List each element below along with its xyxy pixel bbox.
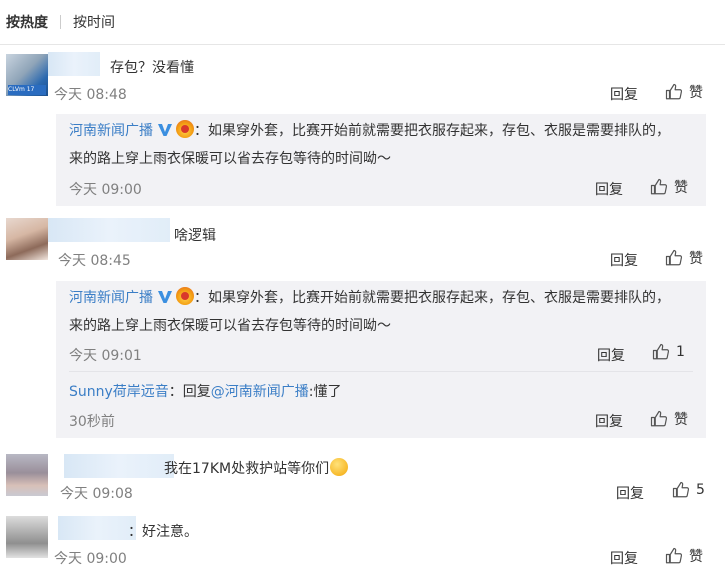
reply-item: Sunny荷岸远音：回复@河南新闻广播:懂了 30秒前 回复 赞 [56, 373, 706, 437]
like-label: 赞 [674, 412, 688, 428]
sort-by-time-tab[interactable]: 按时间 [73, 12, 115, 32]
reply-text-block: 河南新闻广播 ：如果穿外套，比赛开始前就需要把衣服存起来，存包、衣服是需要排队的，… [69, 284, 679, 340]
reply-divider [69, 371, 693, 372]
like-label: 赞 [689, 549, 703, 565]
reply-time: 今天 09:01 [69, 348, 142, 364]
comment-time: 今天 09:08 [60, 486, 133, 502]
comment-item: ：好注意。 今天 09:00 回复 赞 [0, 512, 725, 581]
avatar[interactable] [6, 454, 48, 496]
sort-divider [60, 15, 61, 29]
avatar[interactable] [6, 516, 48, 558]
reply-button[interactable]: 回复 [595, 179, 623, 199]
like-label: 赞 [674, 180, 688, 196]
verified-v-icon [158, 124, 172, 136]
username-blurred[interactable] [58, 516, 136, 540]
comment-text-content: 我在17KM处救护站等你们 [164, 461, 330, 477]
thinking-emoji-icon [330, 458, 349, 476]
reply-button[interactable]: 回复 [610, 250, 638, 270]
like-count: 1 [676, 344, 685, 360]
comment-item: 啥逻辑 今天 08:45 回复 赞 [0, 212, 725, 272]
reply-box: 河南新闻广播 ：如果穿外套，比赛开始前就需要把衣服存起来，存包、衣服是需要排队的，… [56, 281, 706, 438]
reply-author-link[interactable]: 河南新闻广播 [69, 290, 153, 306]
like-label: 赞 [689, 85, 703, 101]
thumbs-up-icon [665, 83, 683, 100]
comment-text: 啥逻辑 [174, 228, 216, 244]
reply-button[interactable]: 回复 [616, 483, 644, 503]
medal-icon [176, 120, 194, 138]
comment-item: 我在17KM处救护站等你们 今天 09:08 回复 5 [0, 448, 725, 506]
reply-text-block: 河南新闻广播 ：如果穿外套，比赛开始前就需要把衣服存起来，存包、衣服是需要排队的，… [69, 117, 679, 173]
reply-button[interactable]: 回复 [610, 548, 638, 568]
sort-by-hot-tab[interactable]: 按热度 [6, 12, 48, 32]
like-button[interactable]: 赞 [650, 409, 688, 429]
comment-time: 今天 09:00 [54, 551, 127, 567]
avatar[interactable]: CLVm 17 [6, 54, 48, 96]
like-button[interactable]: 1 [652, 343, 685, 361]
reply-item: 河南新闻广播 ：如果穿外套，比赛开始前就需要把衣服存起来，存包、衣服是需要排队的，… [56, 114, 706, 206]
thumbs-up-icon [672, 481, 690, 498]
comment-text: ：好注意。 [128, 524, 198, 540]
like-button[interactable]: 赞 [665, 546, 703, 566]
thumbs-up-icon [665, 249, 683, 266]
reply-prefix: ：回复 [168, 384, 211, 400]
reply-author-link[interactable]: 河南新闻广播 [69, 123, 153, 139]
comment-time: 今天 08:48 [54, 87, 127, 103]
thumbs-up-icon [650, 410, 668, 427]
sort-bar: 按热度 按时间 [0, 0, 725, 45]
comment-text: 存包？没看懂 [110, 60, 194, 76]
reply-button[interactable]: 回复 [597, 345, 625, 365]
reply-time: 30秒前 [69, 414, 115, 430]
comment-time: 今天 08:45 [58, 253, 131, 269]
thumbs-up-icon [652, 343, 670, 360]
mention-link[interactable]: @河南新闻广播 [211, 384, 309, 400]
reply-button[interactable]: 回复 [610, 84, 638, 104]
reply-author-link[interactable]: Sunny荷岸远音 [69, 384, 169, 400]
username-blurred[interactable] [64, 454, 174, 478]
reply-item: 河南新闻广播 ：如果穿外套，比赛开始前就需要把衣服存起来，存包、衣服是需要排队的，… [56, 281, 706, 367]
reply-text: :懂了 [308, 384, 342, 400]
like-button[interactable]: 赞 [665, 248, 703, 268]
avatar[interactable] [6, 218, 48, 260]
reply-box: 河南新闻广播 ：如果穿外套，比赛开始前就需要把衣服存起来，存包、衣服是需要排队的，… [56, 114, 706, 206]
reply-time: 今天 09:00 [69, 182, 142, 198]
like-button[interactable]: 5 [672, 481, 705, 499]
thumbs-up-icon [650, 178, 668, 195]
reply-text-block: Sunny荷岸远音：回复@河南新闻广播:懂了 [69, 378, 679, 406]
avatar-badge-text: CLVm 17 [8, 85, 46, 95]
like-button[interactable]: 赞 [665, 82, 703, 102]
reply-button[interactable]: 回复 [595, 411, 623, 431]
like-count: 5 [696, 482, 705, 498]
like-button[interactable]: 赞 [650, 177, 688, 197]
username-blurred[interactable] [48, 52, 100, 76]
comment-text: 我在17KM处救护站等你们 [164, 458, 349, 478]
thumbs-up-icon [665, 547, 683, 564]
username-blurred[interactable] [48, 218, 170, 242]
like-label: 赞 [689, 251, 703, 267]
medal-icon [176, 287, 194, 305]
verified-v-icon [158, 291, 172, 303]
